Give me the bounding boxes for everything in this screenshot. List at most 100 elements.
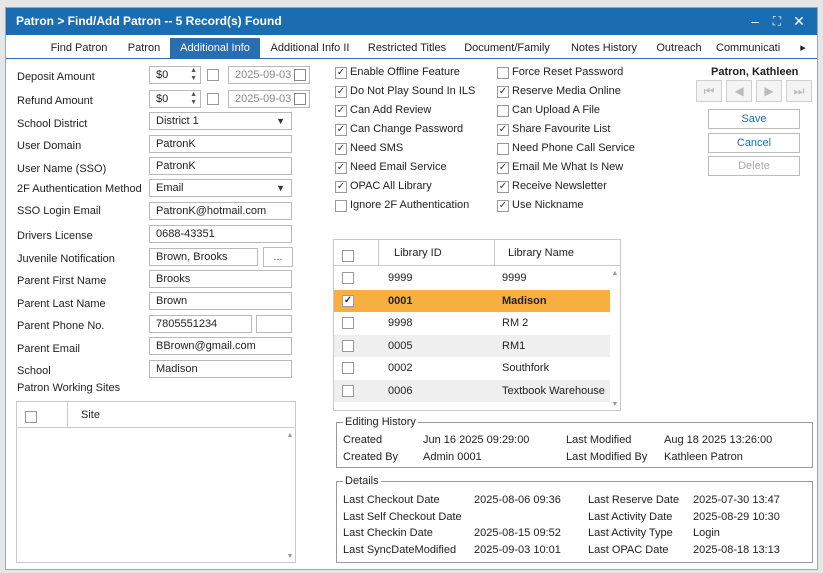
library-row[interactable]: 9999 9999 — [334, 267, 610, 289]
school-input[interactable]: Madison — [149, 360, 292, 378]
next-record-icon[interactable]: ▶ — [756, 80, 782, 102]
two-factor-select[interactable]: Email ▼ — [149, 179, 292, 197]
chevron-down-icon[interactable]: ▼ — [276, 180, 285, 196]
library-row-checkbox[interactable]: ✓ — [342, 294, 354, 307]
library-scrollbar[interactable]: ▲ ▼ — [610, 266, 620, 410]
deposit-amount-input[interactable]: $0 ▲ ▼ — [149, 66, 201, 84]
juvenile-lookup-button[interactable]: ... — [263, 247, 293, 267]
left-option-label[interactable]: Can Change Password — [350, 123, 463, 135]
tab-restricted-titles[interactable]: Restricted Titles — [361, 38, 453, 58]
right-option-label[interactable]: Receive Newsletter — [512, 180, 607, 192]
library-row-checkbox[interactable] — [342, 362, 354, 374]
left-checkbox-7[interactable] — [335, 200, 347, 212]
left-option-label[interactable]: Need Email Service — [350, 161, 447, 173]
prev-record-icon[interactable]: ◀ — [726, 80, 752, 102]
library-row-checkbox[interactable] — [342, 272, 354, 284]
library-name-header[interactable]: Library Name — [508, 247, 574, 259]
patron-window: Patron > Find/Add Patron -- 5 Record(s) … — [5, 7, 818, 570]
right-checkbox-2[interactable] — [497, 105, 509, 117]
library-row[interactable]: 0005 RM1 — [334, 334, 610, 357]
library-row[interactable]: 0006 Textbook Warehouse — [334, 379, 610, 402]
right-option-label[interactable]: Share Favourite List — [512, 123, 610, 135]
parent-email-input[interactable]: BBrown@gmail.com — [149, 337, 292, 355]
user-domain-input[interactable]: PatronK — [149, 135, 292, 153]
chevron-down-icon[interactable]: ▼ — [276, 113, 285, 129]
cancel-button[interactable]: Cancel — [708, 133, 800, 153]
parent-first-name-input[interactable]: Brooks — [149, 270, 292, 288]
tab-patron[interactable]: Patron — [120, 38, 168, 58]
site-column-header[interactable]: Site — [81, 409, 100, 421]
parent-last-name-input[interactable]: Brown — [149, 292, 292, 310]
school-district-select[interactable]: District 1 ▼ — [149, 112, 292, 130]
right-option-label[interactable]: Use Nickname — [512, 199, 584, 211]
left-checkbox-0[interactable]: ✓ — [335, 67, 347, 79]
left-option-label[interactable]: Do Not Play Sound In ILS — [350, 85, 475, 97]
library-row-checkbox[interactable] — [342, 384, 354, 397]
first-record-icon[interactable]: ⏮ — [696, 80, 722, 102]
right-checkbox-3[interactable]: ✓ — [497, 124, 509, 136]
tab-communication[interactable]: Communicati — [716, 38, 788, 58]
parent-phone-ext-input[interactable] — [256, 315, 292, 333]
right-option-label[interactable]: Reserve Media Online — [512, 85, 621, 97]
tab-additional-info-ii[interactable]: Additional Info II — [264, 38, 356, 58]
drivers-license-input[interactable]: 0688-43351 — [149, 225, 292, 243]
left-checkbox-3[interactable]: ✓ — [335, 124, 347, 136]
sso-email-input[interactable]: PatronK@hotmail.com — [149, 202, 292, 220]
right-checkbox-5[interactable]: ✓ — [497, 162, 509, 174]
library-row[interactable]: ✓ 0001 Madison — [334, 289, 610, 312]
select-all-libraries-checkbox[interactable] — [342, 250, 354, 262]
spinner-icon[interactable]: ▲ ▼ — [190, 91, 197, 107]
last-record-icon[interactable]: ⏭ — [786, 80, 812, 102]
right-option-label[interactable]: Can Upload A File — [512, 104, 600, 116]
tab-scroll-right-icon[interactable]: ▸ — [796, 38, 810, 58]
user-name-sso-input[interactable]: PatronK — [149, 157, 292, 175]
deposit-date-input[interactable]: 2025-09-03 — [228, 66, 310, 84]
detail-label: Last Checkin Date — [343, 527, 433, 539]
save-button[interactable]: Save — [708, 109, 800, 129]
deposit-date-checkbox[interactable] — [207, 69, 219, 81]
select-all-sites-checkbox[interactable] — [25, 411, 37, 423]
library-row[interactable]: 0002 Southfork — [334, 357, 610, 379]
right-checkbox-7[interactable]: ✓ — [497, 200, 509, 212]
left-option-label[interactable]: Need SMS — [350, 142, 403, 154]
tab-document-family[interactable]: Document/Family — [460, 38, 554, 58]
close-icon[interactable]: ✕ — [789, 11, 809, 31]
right-option-label[interactable]: Email Me What Is New — [512, 161, 623, 173]
right-checkbox-4[interactable] — [497, 143, 509, 155]
right-option-label[interactable]: Force Reset Password — [512, 66, 623, 78]
right-option-label[interactable]: Need Phone Call Service — [512, 142, 635, 154]
left-checkbox-6[interactable]: ✓ — [335, 181, 347, 193]
library-id-header[interactable]: Library ID — [394, 247, 442, 259]
minimize-icon[interactable]: – — [745, 11, 765, 31]
left-option-label[interactable]: Ignore 2F Authentication — [350, 199, 469, 211]
parent-phone-input[interactable]: 7805551234 — [149, 315, 252, 333]
juvenile-notification-input[interactable]: Brown, Brooks — [149, 248, 258, 266]
library-row-checkbox[interactable] — [342, 317, 354, 329]
refund-amount-input[interactable]: $0 ▲ ▼ — [149, 90, 201, 108]
right-checkbox-0[interactable] — [497, 67, 509, 79]
left-option-label[interactable]: Enable Offline Feature — [350, 66, 460, 78]
calendar-icon[interactable] — [294, 93, 306, 105]
refund-date-checkbox[interactable] — [207, 93, 219, 105]
tab-outreach[interactable]: Outreach — [651, 38, 707, 58]
tab-notes-history[interactable]: Notes History — [564, 38, 644, 58]
tab-additional-info[interactable]: Additional Info — [170, 38, 260, 58]
created-label: Created — [343, 434, 383, 446]
left-checkbox-2[interactable]: ✓ — [335, 105, 347, 117]
maximize-icon[interactable]: ⛶ — [767, 11, 787, 31]
calendar-icon[interactable] — [294, 69, 306, 81]
library-row-checkbox[interactable] — [342, 339, 354, 352]
sites-scrollbar[interactable]: ▲ ▼ — [285, 428, 295, 562]
right-checkbox-1[interactable]: ✓ — [497, 86, 509, 98]
delete-button[interactable]: Delete — [708, 156, 800, 176]
left-option-label[interactable]: Can Add Review — [350, 104, 431, 116]
left-checkbox-1[interactable]: ✓ — [335, 86, 347, 98]
left-checkbox-4[interactable]: ✓ — [335, 143, 347, 155]
right-checkbox-6[interactable]: ✓ — [497, 181, 509, 193]
library-row[interactable]: 9998 RM 2 — [334, 312, 610, 334]
tab-find-patron[interactable]: Find Patron — [42, 38, 116, 58]
spinner-icon[interactable]: ▲ ▼ — [190, 67, 197, 83]
refund-date-input[interactable]: 2025-09-03 — [228, 90, 310, 108]
left-checkbox-5[interactable]: ✓ — [335, 162, 347, 174]
left-option-label[interactable]: OPAC All Library — [350, 180, 432, 192]
